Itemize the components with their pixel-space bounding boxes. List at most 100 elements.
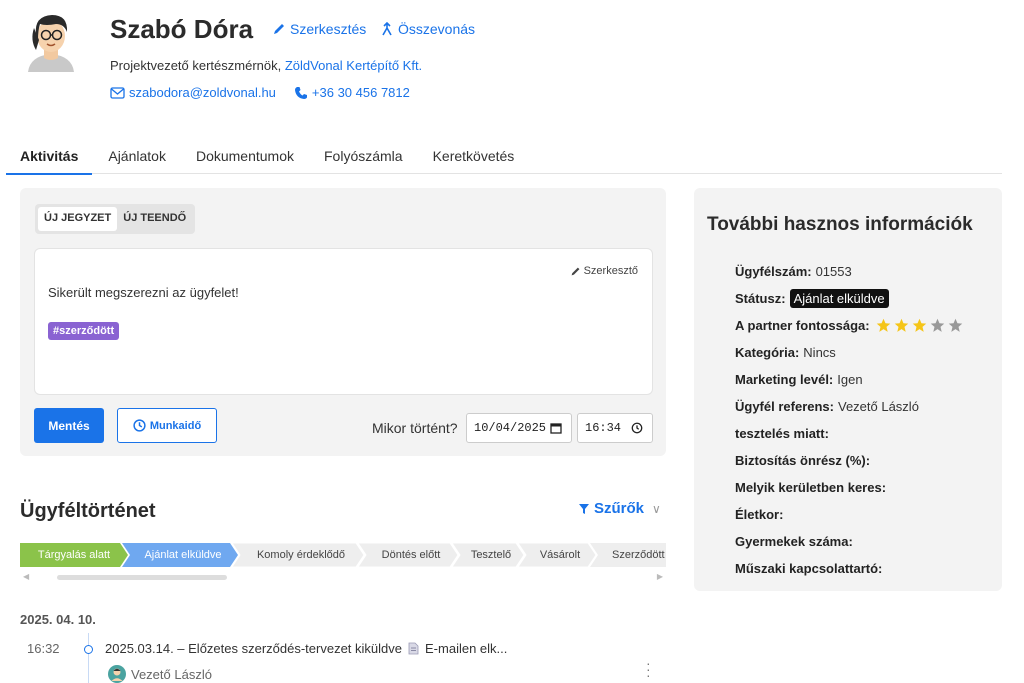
importance-stars [876,318,963,333]
worktime-label: Munkaidő [149,419,202,432]
phone-link[interactable]: +36 30 456 7812 [294,85,410,100]
tab-dokumentumok[interactable]: Dokumentumok [196,140,294,174]
info-label: Melyik kerületben keres: [735,480,887,495]
entry-user: Vezető László [108,665,212,683]
merge-link[interactable]: Összevonás [380,21,475,37]
stage-targyalas[interactable]: Tárgyalás alatt [20,543,128,567]
clock-icon [133,419,146,432]
note-panel: ÚJ JEGYZET ÚJ TEENDŐ Szerkesztő Sikerült… [20,188,666,456]
edit-link[interactable]: Szerkesztés [272,21,366,37]
time-input[interactable]: 16:34 [577,413,653,443]
tab-new-todo[interactable]: ÚJ TEENDŐ [117,207,192,231]
stage-label: Szerződött [612,549,665,561]
filters-label: Szűrők [594,500,645,517]
note-editor[interactable]: Szerkesztő Sikerült megszerezni az ügyfe… [34,248,653,395]
pipeline-scrollbar[interactable]: ◀ ▶ [20,572,666,584]
stage-label: Vásárolt [539,549,581,561]
avatar [22,10,80,72]
tab-new-note[interactable]: ÚJ JEGYZET [38,207,118,231]
calendar-icon[interactable] [550,422,562,434]
editor-label: Szerkesztő [583,265,638,277]
info-list: Ügyfélszám: 01553 Státusz: Ajánlat elküldv… [735,258,963,582]
star-filled-icon[interactable] [894,318,909,333]
edit-label: Szerkesztés [290,21,367,37]
stage-dontes[interactable]: Döntés előtt [358,543,458,567]
stage-label: Tárgyalás alatt [37,549,111,561]
filter-icon [579,503,589,514]
envelope-icon [110,86,125,99]
star-empty-icon[interactable] [948,318,963,333]
info-label: Műszaki kapcsolattartó: [735,561,883,576]
info-label: Gyermekek száma: [735,534,853,549]
scroll-left-icon[interactable]: ◀ [23,572,29,581]
stage-ajanlat[interactable]: Ajánlat elküldve [122,543,238,567]
stage-label: Döntés előtt [381,549,441,561]
info-children: Gyermekek száma: [735,528,963,555]
stage-szerzodott[interactable]: Szerződött [590,543,666,567]
tab-ajanlatok[interactable]: Ajánlatok [108,140,166,174]
user-avatar-icon [108,665,126,683]
when-label: Mikor történt? [372,420,458,436]
scrollbar-thumb[interactable] [57,575,227,580]
info-value: Vezető László [837,399,919,414]
entry-text: 2025.03.14. – Előzetes szerződés-terveze… [105,641,403,656]
info-client-no: Ügyfélszám: 01553 [735,258,963,285]
contact-name: Szabó Dóra [110,14,254,44]
pencil-icon [571,267,580,275]
star-filled-icon[interactable] [876,318,891,333]
stage-label: Komoly érdeklődő [256,549,346,561]
info-label: Kategória: [735,345,800,360]
chevron-down-icon: ∨ [652,501,661,516]
info-label: Életkor: [735,507,784,522]
history-entry[interactable]: 2025.03.14. – Előzetes szerződés-terveze… [105,641,507,656]
info-label: Ügyfélszám: [735,264,812,279]
info-value: Nincs [803,345,836,360]
info-district: Melyik kerületben keres: [735,474,963,501]
scroll-right-icon[interactable]: ▶ [657,572,663,581]
stage-label: Tesztelő [470,549,512,561]
filters-button[interactable]: Szűrők ∨ [578,500,661,517]
info-tech-contact: Műszaki kapcsolattartó: [735,555,963,582]
tab-folyoszamla[interactable]: Folyószámla [324,140,403,174]
merge-label: Összevonás [398,21,476,37]
entry-doc: E-mailen elk... [425,641,508,656]
note-tag[interactable]: #szerződött [48,322,120,340]
more-options-icon[interactable]: · · · [646,656,651,682]
entry-time: 16:32 [27,641,60,656]
phone-text: +36 30 456 7812 [311,85,410,100]
main-tabs: Aktivitás Ajánlatok Dokumentumok Folyósz… [6,140,1002,175]
stage-vasarolt[interactable]: Vásárolt [518,543,596,567]
tab-keretkovetes[interactable]: Keretkövetés [433,140,515,174]
info-value: 01553 [815,264,852,279]
info-age: Életkor: [735,501,963,528]
company-link[interactable]: ZöldVonal Kertépítő Kft. [285,58,422,73]
entry-user-name: Vezető László [131,666,212,682]
info-category: Kategória: Nincs [735,339,963,366]
worktime-button[interactable]: Munkaidő [117,408,217,443]
contact-details: szabodora@zoldvonal.hu +36 30 456 7812 [110,85,410,100]
info-label: Marketing levél: [735,372,834,387]
star-filled-icon[interactable] [912,318,927,333]
info-importance: A partner fontossága: [735,312,963,339]
date-input[interactable]: 10/04/2025 [466,413,572,443]
stage-label: Ajánlat elküldve [144,549,222,561]
email-link[interactable]: szabodora@zoldvonal.hu [110,85,276,100]
stage-komoly[interactable]: Komoly érdeklődő [232,543,364,567]
history-title: Ügyféltörténet [20,500,156,522]
stage-teszt[interactable]: Tesztelő [452,543,524,567]
info-value: Igen [837,372,863,387]
editor-toggle[interactable]: Szerkesztő [570,265,638,277]
info-testing: tesztelés miatt: [735,420,963,447]
status-badge: Ajánlat elküldve [789,289,889,308]
save-button[interactable]: Mentés [34,408,104,443]
note-type-tabs: ÚJ JEGYZET ÚJ TEENDŐ [35,204,196,234]
phone-icon [294,86,307,99]
clock-icon[interactable] [631,422,643,434]
email-text: szabodora@zoldvonal.hu [129,85,276,100]
info-label: Ügyfél referens: [735,399,834,414]
note-text[interactable]: Sikerült megszerezni az ügyfelet! [48,285,239,300]
document-icon [408,642,419,655]
tab-aktivitas[interactable]: Aktivitás [6,140,93,175]
star-empty-icon[interactable] [930,318,945,333]
info-label: Biztosítás önrész (%): [735,453,871,468]
